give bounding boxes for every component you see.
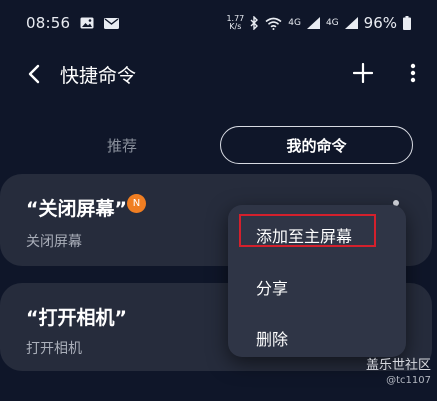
mail-icon [104, 17, 120, 29]
page-title: 快捷命令 [60, 65, 137, 87]
tab-recommended[interactable]: 推荐 [28, 126, 216, 164]
command-subtitle: 关闭屏幕 [26, 234, 82, 250]
app-bar: 快捷命令 [0, 54, 437, 94]
status-bar: 08:56 1.77 K/s 4G 4G 96% [0, 0, 437, 46]
signal-label-1: 4G [288, 18, 301, 28]
signal-icon [344, 17, 358, 29]
back-button[interactable] [22, 60, 46, 88]
status-left: 08:56 [26, 14, 120, 32]
command-subtitle: 打开相机 [26, 341, 82, 357]
signal-label-2: 4G [325, 18, 339, 28]
menu-item-share[interactable]: 分享 [228, 265, 406, 309]
watermark-brand: 盖乐世社区 [365, 358, 431, 373]
command-title: “打开相机” [26, 307, 127, 329]
highlight-annotation [239, 214, 376, 247]
new-badge: N [127, 194, 146, 213]
signal-icon [306, 17, 320, 29]
wifi-icon [265, 17, 282, 30]
net-speed-unit: K/s [229, 22, 242, 31]
net-speed: 1.77 K/s [226, 15, 244, 31]
battery-icon [403, 16, 411, 30]
bluetooth-icon [250, 16, 259, 30]
image-icon [80, 17, 94, 29]
battery-percent: 96% [363, 14, 397, 32]
command-title: “关闭屏幕” [26, 198, 127, 220]
more-vertical-icon [410, 63, 416, 83]
back-arrow-icon [28, 64, 40, 84]
add-command-button[interactable] [350, 60, 376, 86]
status-right: 1.77 K/s 4G 4G 96% [226, 14, 411, 32]
more-options-button[interactable] [405, 60, 421, 86]
plus-icon [353, 63, 373, 83]
tab-my-commands[interactable]: 我的命令 [220, 126, 413, 164]
watermark: 盖乐世社区 @tc1107 [366, 354, 431, 386]
status-time: 08:56 [26, 14, 71, 32]
watermark-user: @tc1107 [386, 375, 431, 386]
